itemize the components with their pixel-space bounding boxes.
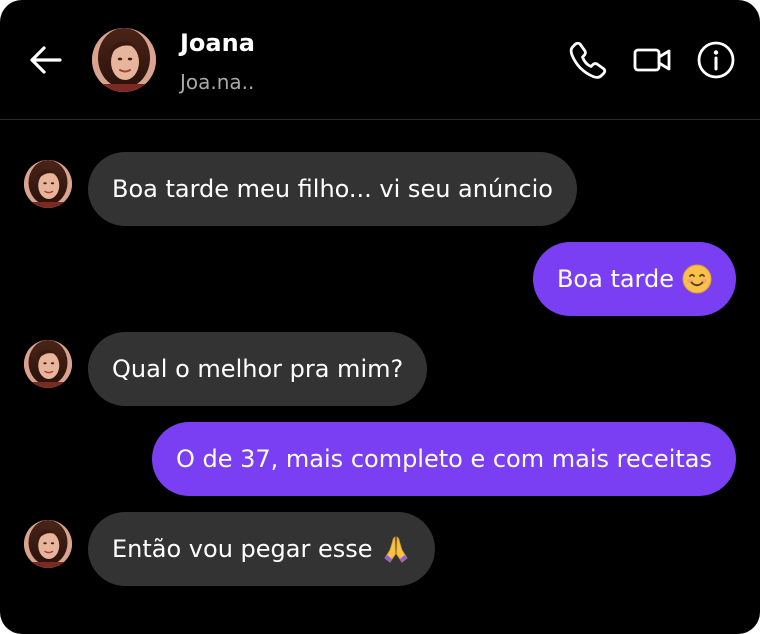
message-text: Boa tarde — [556, 265, 674, 293]
folded-hands-emoji — [381, 534, 411, 564]
contact-avatar-small — [24, 160, 72, 208]
message-bubble-incoming[interactable]: Qual o melhor pra mim? — [88, 332, 428, 406]
message-bubble-outgoing[interactable]: O de 37, mais completo e com mais receit… — [151, 422, 736, 496]
contact-name[interactable]: Joana — [180, 29, 255, 57]
contact-avatar[interactable] — [92, 28, 156, 92]
chat-header: Joana Joa.na.. — [0, 0, 760, 120]
back-arrow-icon[interactable] — [26, 40, 66, 80]
info-icon[interactable] — [696, 40, 736, 80]
chat-window: Joana Joa.na.. Boa tarde meu filho... vi… — [0, 0, 760, 634]
message-text: Boa tarde meu filho... vi seu anúncio — [112, 175, 553, 203]
video-camera-icon[interactable] — [632, 40, 672, 80]
message-bubble-incoming[interactable]: Então vou pegar esse — [88, 512, 435, 586]
message-text: O de 37, mais completo e com mais receit… — [175, 445, 712, 473]
message-text: Então vou pegar esse — [112, 535, 373, 563]
contact-avatar-small — [24, 520, 72, 568]
contact-avatar-small — [24, 340, 72, 388]
message-text: Qual o melhor pra mim? — [112, 355, 404, 383]
message-bubble-outgoing[interactable]: Boa tarde — [532, 242, 736, 316]
contact-username: Joa.na.. — [180, 70, 255, 94]
smiling-face-emoji — [682, 264, 712, 294]
message-bubble-incoming[interactable]: Boa tarde meu filho... vi seu anúncio — [88, 152, 577, 226]
phone-icon[interactable] — [568, 40, 608, 80]
